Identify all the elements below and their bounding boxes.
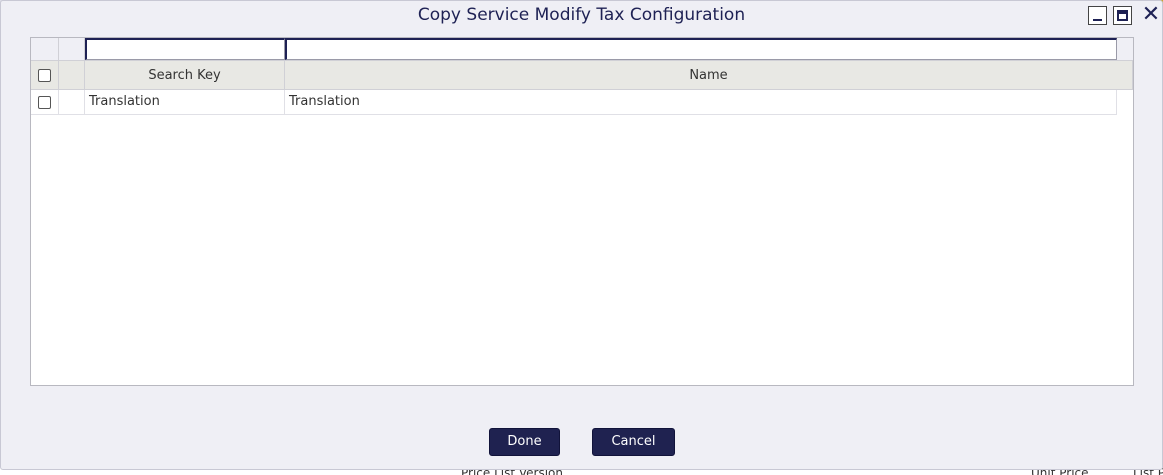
row-select-cell <box>31 90 59 114</box>
table-row[interactable]: Translation Translation <box>31 90 1117 115</box>
filter-index-cell <box>59 38 85 60</box>
done-button[interactable]: Done <box>489 428 560 456</box>
search-key-filter-input[interactable] <box>85 38 285 60</box>
column-header-search-key[interactable]: Search Key <box>85 61 285 90</box>
row-name: Translation <box>285 90 1117 114</box>
copy-dialog: Copy Service Modify Tax Configuration ✕ … <box>0 0 1163 470</box>
filter-row <box>31 38 1133 60</box>
minimize-icon[interactable] <box>1088 6 1107 25</box>
column-header-name[interactable]: Name <box>285 61 1133 90</box>
index-header-cell <box>59 61 85 90</box>
dialog-title: Copy Service Modify Tax Configuration <box>417 5 746 25</box>
row-checkbox[interactable] <box>38 96 51 109</box>
select-all-cell <box>31 61 59 90</box>
selection-grid: Search Key Name Translation Translation <box>30 37 1134 386</box>
close-icon[interactable]: ✕ <box>1140 4 1162 26</box>
name-filter-input[interactable] <box>285 38 1117 60</box>
row-search-key: Translation <box>85 90 285 114</box>
maximize-icon[interactable] <box>1113 6 1132 25</box>
row-index-cell <box>59 90 85 114</box>
cancel-button[interactable]: Cancel <box>592 428 675 456</box>
grid-header-row: Search Key Name <box>31 60 1133 90</box>
filter-select-cell <box>31 38 59 60</box>
select-all-checkbox[interactable] <box>38 69 51 82</box>
